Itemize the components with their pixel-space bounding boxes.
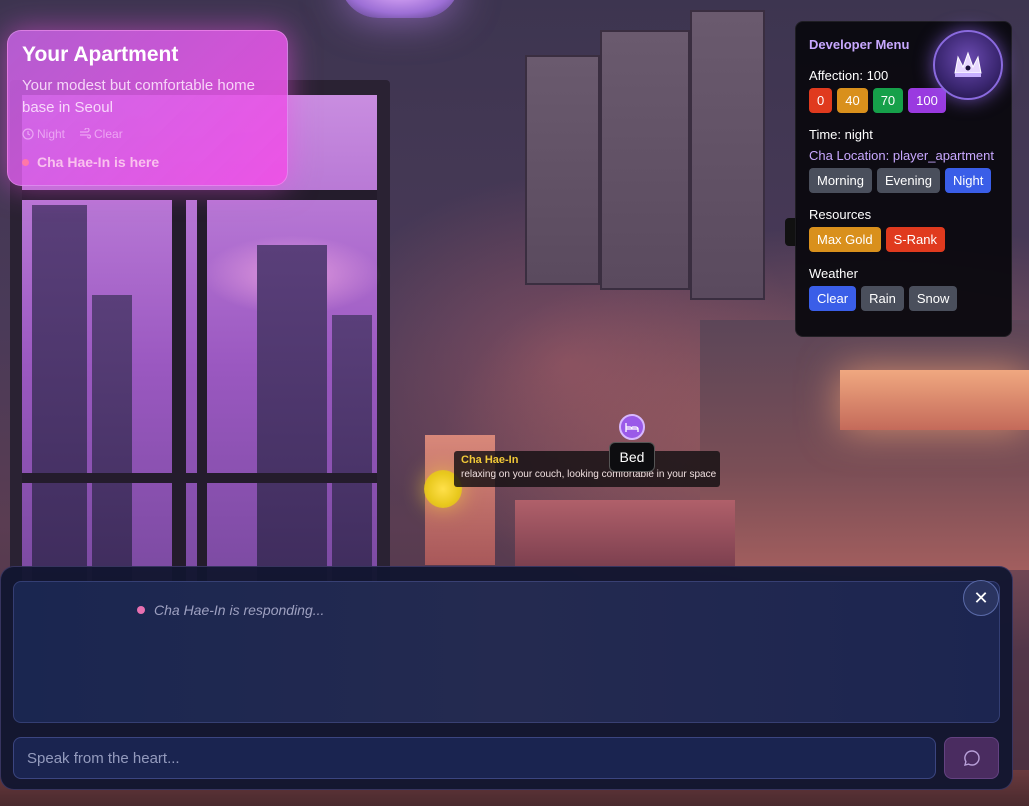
presence-text: Cha Hae-In is here <box>37 154 160 170</box>
weather-rain-button[interactable]: Rain <box>861 286 904 311</box>
location-title: Your Apartment <box>22 43 179 66</box>
chat-bubble-icon <box>963 750 980 766</box>
time-night-button[interactable]: Night <box>944 168 992 193</box>
weather-buttons: Clear Rain Snow <box>809 286 998 311</box>
close-chat-button[interactable]: ✕ <box>963 580 999 616</box>
typing-indicator: Cha Hae-In is responding... <box>137 602 324 618</box>
resource-buttons: Max Gold S-Rank <box>809 227 998 252</box>
time-label: Time: night <box>809 127 873 142</box>
weather-snow-button[interactable]: Snow <box>908 286 958 311</box>
character-status: relaxing on your couch, looking comforta… <box>461 469 717 480</box>
time-evening-button[interactable]: Evening <box>876 168 940 193</box>
wind-icon <box>80 128 92 139</box>
city-skyscraper <box>257 245 327 590</box>
affection-100-button[interactable]: 100 <box>908 88 946 113</box>
weather-indicator: Clear <box>79 127 123 141</box>
crown-avatar-icon[interactable] <box>933 30 1003 100</box>
bed-hotspot-label[interactable]: Bed <box>609 442 655 472</box>
time-indicator: Night <box>22 127 65 141</box>
typing-text: Cha Hae-In is responding... <box>154 602 325 618</box>
character-presence: Cha Hae-In is here <box>22 154 273 170</box>
s-rank-button[interactable]: S-Rank <box>885 227 945 252</box>
kitchen-wall <box>700 320 1029 570</box>
dining-table <box>515 500 735 570</box>
location-description: Your modest but comfortable home base in… <box>22 77 255 116</box>
affection-40-button[interactable]: 40 <box>837 88 868 113</box>
weather-clear-button[interactable]: Clear <box>809 286 857 311</box>
affection-0-button[interactable]: 0 <box>809 88 833 113</box>
ceiling-lamp <box>340 0 460 18</box>
kitchen-cabinet <box>690 10 765 300</box>
chat-log: Cha Hae-In is responding... <box>13 581 1000 723</box>
resources-label: Resources <box>809 207 872 222</box>
max-gold-button[interactable]: Max Gold <box>809 227 881 252</box>
character-name: Cha Hae-In <box>461 454 519 466</box>
typing-dot <box>137 606 145 614</box>
character-tooltip: Cha Hae-In relaxing on your couch, looki… <box>454 451 720 487</box>
kitchen-cabinet <box>600 30 690 290</box>
cha-location-label: Cha Location: player_apartment <box>809 148 995 163</box>
weather-label: Weather <box>809 266 858 281</box>
chat-message-input[interactable] <box>13 737 936 779</box>
location-card: Your Apartment Your modest but comfortab… <box>7 30 288 186</box>
kitchen-cabinet <box>525 55 600 285</box>
clock-icon <box>22 128 34 140</box>
affection-70-button[interactable]: 70 <box>872 88 904 113</box>
time-buttons: Morning Evening Night <box>809 168 998 193</box>
developer-menu: Developer Menu Affection: 100 0 40 70 10… <box>795 21 1012 337</box>
chat-panel: Cha Hae-In is responding... <box>0 566 1013 790</box>
city-skyscraper <box>332 315 372 590</box>
presence-dot <box>22 158 29 166</box>
city-skyscraper <box>92 295 132 590</box>
close-icon: ✕ <box>973 587 989 608</box>
city-skyscraper <box>32 205 87 590</box>
location-meta: Night Clear <box>22 127 273 141</box>
bed-icon[interactable] <box>619 414 645 440</box>
send-button[interactable] <box>944 737 999 779</box>
lit-shelf <box>840 370 1029 430</box>
time-morning-button[interactable]: Morning <box>809 168 872 193</box>
